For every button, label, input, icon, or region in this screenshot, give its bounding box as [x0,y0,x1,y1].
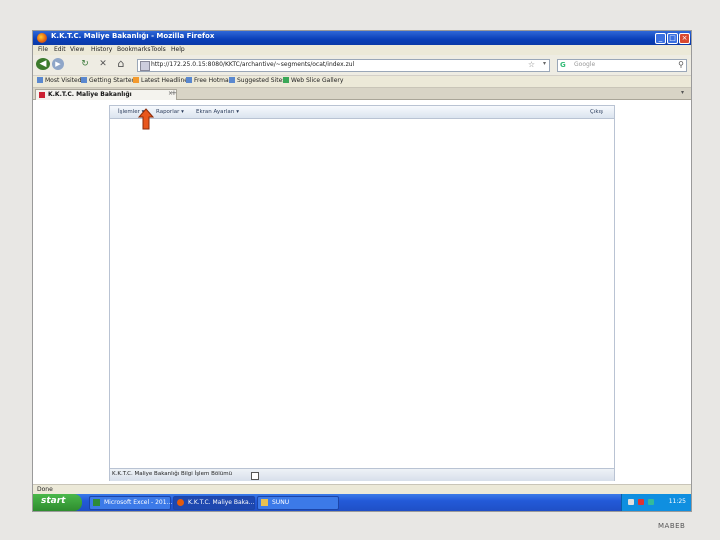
slide-background: K.K.T.C. Maliye Bakanlığı - Mozilla Fire… [0,0,720,540]
title-bar[interactable]: K.K.T.C. Maliye Bakanlığı - Mozilla Fire… [33,31,691,45]
bookmark-free-hotmail[interactable]: Free Hotmail [186,77,232,84]
home-button[interactable]: ⌂ [115,58,127,70]
menu-ekran-ayarlari[interactable]: Ekran Ayarları ▾ [196,109,239,115]
maximize-button[interactable]: □ [667,33,678,44]
rss-icon [133,77,139,83]
search-box[interactable]: G Google ⚲ [557,59,687,72]
bookmark-label: Getting Started [89,77,136,84]
logout-link[interactable]: Çıkış [590,109,603,115]
bookmark-getting-started[interactable]: Getting Started [81,77,135,84]
system-tray: 11:25 [621,494,691,511]
task-label: SUNU [272,499,290,506]
bookmark-most-visited[interactable]: Most Visited [37,77,82,84]
tab-list-icon[interactable]: ▾ [681,89,684,96]
bookmark-web-slice-gallery[interactable]: Web Slice Gallery [283,77,343,84]
google-icon: G [560,61,566,69]
folder-icon [261,499,268,506]
menu-raporlar[interactable]: Raporlar ▾ [156,109,184,115]
app-frame: İşlemler ▾ Raporlar ▾ Ekran Ayarları ▾ Ç… [109,105,615,481]
search-icon[interactable]: ⚲ [678,60,684,69]
new-tab-button[interactable]: + [171,89,177,97]
task-sunu[interactable]: SUNU [257,496,339,510]
footer-text: K.K.T.C. Maliye Bakanlığı Bilgi İşlem Bö… [112,471,233,477]
navigation-toolbar: ◀ ▶ ↻ ✕ ⌂ http://172.25.0.15:8080/KKTC/a… [33,55,691,76]
slide-footer-label: MABEB [658,522,686,530]
bookmark-icon [37,77,43,83]
reload-button[interactable]: ↻ [79,58,91,70]
page-content: İşlemler ▾ Raporlar ▾ Ekran Ayarları ▾ Ç… [33,100,691,481]
close-button[interactable]: × [679,33,690,44]
app-footer: K.K.T.C. Maliye Bakanlığı Bilgi İşlem Bö… [110,468,614,481]
task-label: Microsoft Excel - 201... [104,499,173,506]
window-title: K.K.T.C. Maliye Bakanlığı - Mozilla Fire… [51,32,215,40]
annotation-arrow-icon [138,108,154,130]
status-text: Done [37,486,53,493]
menu-tools[interactable]: Tools [151,46,166,53]
task-firefox[interactable]: K.K.T.C. Maliye Baka... [173,496,255,510]
forward-button[interactable]: ▶ [52,58,64,70]
menu-view[interactable]: View [70,46,84,53]
tab-strip: K.K.T.C. Maliye Bakanlığı × [33,88,691,100]
tray-volume-icon[interactable] [648,499,654,505]
bookmark-label: Most Visited [45,77,82,84]
tray-network-icon[interactable] [628,499,634,505]
task-label: K.K.T.C. Maliye Baka... [188,499,255,506]
bookmark-suggested-sites[interactable]: Suggested Sites [229,77,285,84]
site-favicon-icon [140,61,150,71]
bookmark-star-icon[interactable]: ☆ [528,60,535,69]
firefox-icon [37,33,47,43]
menu-bar: File Edit View History Bookmarks Tools H… [33,45,691,55]
back-button[interactable]: ◀ [36,58,50,70]
bookmark-label: Latest Headlines [141,77,192,84]
bookmark-label: Web Slice Gallery [291,77,344,84]
tab-favicon-icon [39,92,45,98]
bookmark-label: Suggested Sites [237,77,286,84]
bookmarks-toolbar: Most Visited Getting Started Latest Head… [33,76,691,88]
start-label: start [41,496,66,506]
menu-help[interactable]: Help [171,46,185,53]
stop-button[interactable]: ✕ [97,58,109,70]
url-text: http://172.25.0.15:8080/KKTC/archantive/… [151,61,355,68]
bookmark-icon [81,77,87,83]
bookmark-label: Free Hotmail [194,77,233,84]
task-excel[interactable]: Microsoft Excel - 201... [89,496,173,510]
url-dropdown-icon[interactable]: ▾ [543,60,546,67]
bookmark-latest-headlines[interactable]: Latest Headlines [133,77,191,84]
url-bar[interactable]: http://172.25.0.15:8080/KKTC/archantive/… [137,59,550,72]
footer-checkbox[interactable] [251,472,259,480]
windows-taskbar: start Microsoft Excel - 201... K.K.T.C. … [33,494,691,511]
start-button[interactable]: start [33,494,82,511]
menu-bookmarks[interactable]: Bookmarks [117,46,151,53]
menu-edit[interactable]: Edit [54,46,66,53]
firefox-icon [177,499,184,506]
bookmark-icon [229,77,235,83]
menu-file[interactable]: File [38,46,48,53]
tab-maliye[interactable]: K.K.T.C. Maliye Bakanlığı × [35,89,177,100]
tray-clock: 11:25 [668,498,686,505]
tab-label: K.K.T.C. Maliye Bakanlığı [48,91,132,98]
browser-window: K.K.T.C. Maliye Bakanlığı - Mozilla Fire… [32,30,692,512]
excel-icon [93,499,100,506]
tray-antivirus-icon[interactable] [638,499,644,505]
bookmark-icon [283,77,289,83]
search-placeholder: Google [574,61,596,68]
app-menu-bar: İşlemler ▾ Raporlar ▾ Ekran Ayarları ▾ Ç… [110,106,614,119]
minimize-button[interactable]: _ [655,33,666,44]
bookmark-icon [186,77,192,83]
menu-history[interactable]: History [91,46,112,53]
